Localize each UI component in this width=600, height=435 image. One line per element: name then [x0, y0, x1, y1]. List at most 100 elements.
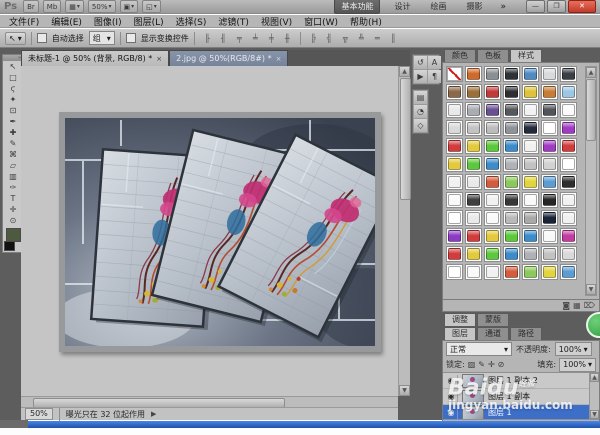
style-swatch-r10c6[interactable]	[541, 228, 558, 244]
navigator-panel-icon[interactable]: ◇	[414, 119, 427, 132]
scroll-up-icon[interactable]: ▲	[586, 67, 596, 78]
panel-tab-色板[interactable]: 色板	[477, 49, 509, 62]
view-extras-icon[interactable]: ▦ ▾	[65, 0, 84, 13]
actions-panel-icon[interactable]: ▶	[414, 70, 427, 83]
style-swatch-r4c2[interactable]	[465, 120, 482, 136]
style-swatch-r5c1[interactable]	[446, 138, 463, 154]
panel-tab-样式[interactable]: 样式	[510, 49, 542, 62]
style-swatch-r2c2[interactable]	[465, 84, 482, 100]
zoom-level-dropdown[interactable]: 50% ▾	[87, 0, 116, 13]
foreground-color-swatch[interactable]	[6, 228, 21, 242]
status-zoom-field[interactable]: 50%	[25, 408, 53, 420]
style-swatch-r12c3[interactable]	[484, 264, 501, 280]
menu-item-6[interactable]: 滤镜(T)	[213, 15, 254, 28]
clone-stamp-tool[interactable]: ⌘	[3, 149, 23, 160]
style-swatch-r4c5[interactable]	[522, 120, 539, 136]
style-swatch-r10c2[interactable]	[465, 228, 482, 244]
style-swatch-r6c1[interactable]	[446, 156, 463, 172]
canvas-area[interactable]	[21, 66, 398, 396]
align-icon-2[interactable]: ╢	[216, 31, 231, 46]
style-swatch-r8c7[interactable]	[560, 192, 577, 208]
style-swatch-r7c5[interactable]	[522, 174, 539, 190]
paragraph-panel-icon[interactable]: ¶	[428, 70, 441, 83]
mini-bridge-icon[interactable]: Mb	[42, 0, 62, 13]
style-swatch-r6c7[interactable]	[560, 156, 577, 172]
lock-icon-3[interactable]: ✛	[488, 360, 495, 369]
style-swatch-r7c1[interactable]	[446, 174, 463, 190]
horizontal-scrollbar[interactable]	[21, 396, 398, 408]
style-swatch-r9c6[interactable]	[541, 210, 558, 226]
eye-icon[interactable]: ◉	[445, 374, 458, 387]
menu-item-3[interactable]: 图像(I)	[89, 15, 127, 28]
style-swatch-r11c1[interactable]	[446, 246, 463, 262]
styles-scrollbar[interactable]: ▲ ▼	[585, 66, 597, 296]
style-swatch-r7c3[interactable]	[484, 174, 501, 190]
align-icon-5[interactable]: ╪	[264, 31, 279, 46]
lasso-tool[interactable]: ϛ	[3, 83, 23, 94]
style-swatch-r8c5[interactable]	[522, 192, 539, 208]
close-icon[interactable]: ×	[156, 55, 162, 63]
menu-item-5[interactable]: 选择(S)	[171, 15, 212, 28]
style-swatch-r3c6[interactable]	[541, 102, 558, 118]
style-swatch-r12c4[interactable]	[503, 264, 520, 280]
align-icon-6[interactable]: ╫	[280, 31, 295, 46]
quick-select-tool[interactable]: ✦	[3, 94, 23, 105]
style-swatch-r7c7[interactable]	[560, 174, 577, 190]
status-play-icon[interactable]: ▶	[151, 410, 156, 418]
align-icon-3[interactable]: ╤	[232, 31, 247, 46]
style-swatch-r3c7[interactable]	[560, 102, 577, 118]
style-swatch-r9c4[interactable]	[503, 210, 520, 226]
style-swatch-r10c1[interactable]	[446, 228, 463, 244]
menu-item-2[interactable]: 编辑(E)	[46, 15, 87, 28]
arrange-documents-icon[interactable]: ▣ ▾	[119, 0, 139, 13]
minimize-button[interactable]: —	[526, 0, 545, 13]
style-swatch-r1c1[interactable]	[446, 66, 463, 82]
scroll-down-icon[interactable]: ▼	[586, 284, 596, 295]
style-swatch-r12c1[interactable]	[446, 264, 463, 280]
style-swatch-r11c5[interactable]	[522, 246, 539, 262]
styles-footer-icon-1[interactable]: ◙	[562, 301, 570, 310]
screen-mode-icon[interactable]: ◱ ▾	[142, 0, 161, 13]
distribute-icon-3[interactable]: ╦	[338, 31, 353, 46]
style-swatch-r6c6[interactable]	[541, 156, 558, 172]
align-icon-1[interactable]: ╟	[200, 31, 215, 46]
auto-select-dropdown[interactable]: 组 ▾	[88, 31, 115, 45]
layer-row-3[interactable]: ◉ 图层 1	[443, 405, 599, 419]
style-swatch-r9c7[interactable]	[560, 210, 577, 226]
style-swatch-r1c3[interactable]	[484, 66, 501, 82]
workspace-button-2[interactable]: 设计	[388, 0, 416, 13]
crop-tool[interactable]: ⊡	[3, 105, 23, 116]
panel-tab-蒙版[interactable]: 蒙版	[477, 313, 509, 326]
style-swatch-r11c2[interactable]	[465, 246, 482, 262]
menu-item-7[interactable]: 视图(V)	[256, 15, 297, 28]
style-swatch-r7c2[interactable]	[465, 174, 482, 190]
style-swatch-r12c5[interactable]	[522, 264, 539, 280]
background-color-swatch[interactable]	[4, 241, 15, 251]
style-swatch-r9c2[interactable]	[465, 210, 482, 226]
style-swatch-r11c7[interactable]	[560, 246, 577, 262]
eyedropper-tool[interactable]: ✒	[3, 116, 23, 127]
workspace-button-3[interactable]: 绘画	[424, 0, 452, 13]
style-swatch-r8c2[interactable]	[465, 192, 482, 208]
style-swatch-r8c4[interactable]	[503, 192, 520, 208]
menu-item-9[interactable]: 帮助(H)	[345, 15, 387, 28]
distribute-icon-5[interactable]: ═	[370, 31, 385, 46]
histogram-panel-icon[interactable]: ◔	[414, 105, 427, 118]
hand-tool[interactable]: ✛	[3, 204, 23, 215]
scroll-down-icon[interactable]: ▼	[590, 410, 599, 419]
style-swatch-r2c6[interactable]	[541, 84, 558, 100]
style-swatch-r6c3[interactable]	[484, 156, 501, 172]
style-swatch-r1c7[interactable]	[560, 66, 577, 82]
style-swatch-r7c6[interactable]	[541, 174, 558, 190]
show-transform-checkbox[interactable]	[125, 33, 136, 43]
style-swatch-r1c4[interactable]	[503, 66, 520, 82]
style-swatch-r10c4[interactable]	[503, 228, 520, 244]
character-panel-icon[interactable]: A	[428, 56, 441, 69]
eye-icon[interactable]: ◉	[445, 406, 458, 419]
panel-tab-路径[interactable]: 路径	[510, 327, 542, 340]
style-swatch-r3c1[interactable]	[446, 102, 463, 118]
style-swatch-r4c4[interactable]	[503, 120, 520, 136]
styles-footer-icon-2[interactable]: ▦	[573, 301, 581, 310]
distribute-icon-1[interactable]: ╠	[306, 31, 321, 46]
healing-brush-tool[interactable]: ✚	[3, 127, 23, 138]
